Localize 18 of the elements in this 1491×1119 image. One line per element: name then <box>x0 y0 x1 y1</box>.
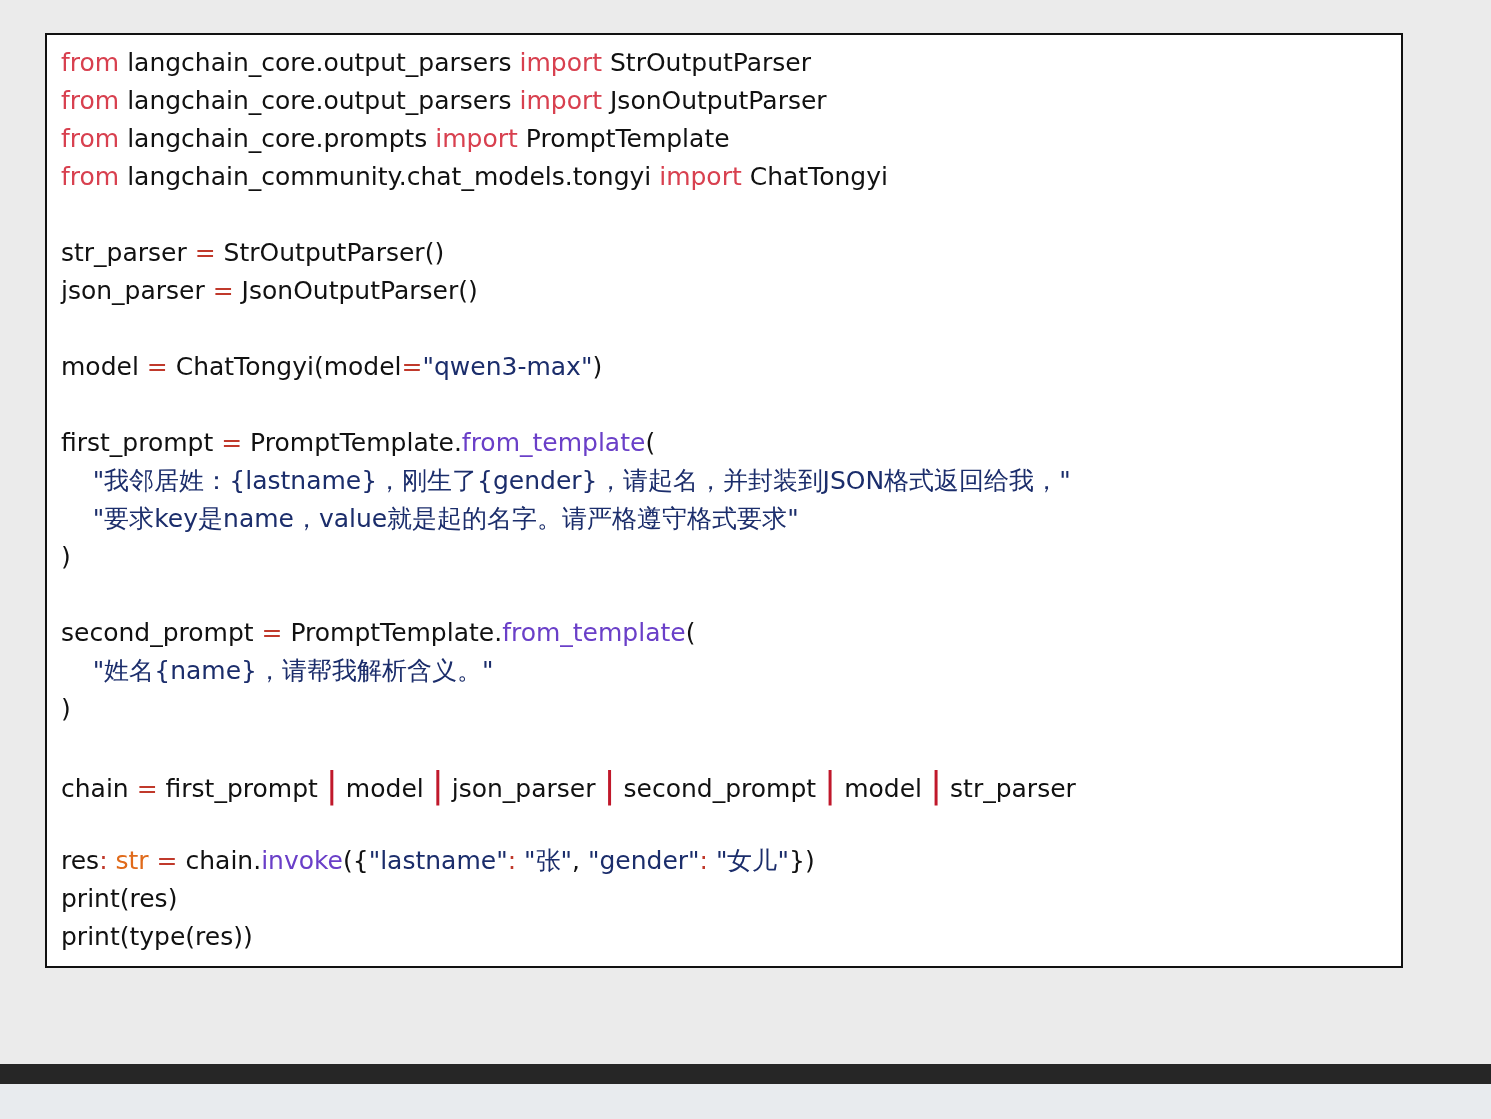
code-line: print(res) <box>61 883 179 915</box>
code-line: from langchain_core.output_parsers import JsonOutputParser <box>61 85 828 117</box>
code-line: "我邻居姓：{lastname}，刚生了{gender}，请起名，并封装到JSON格式返回给我，" <box>91 465 1072 497</box>
code-line: model = ChatTongyi(model="qwen3-max") <box>61 351 604 383</box>
code-line: json_parser = JsonOutputParser() <box>61 275 479 307</box>
code-line: ) <box>61 693 72 725</box>
code-line: from langchain_core.prompts import PromptTemplate <box>61 123 731 155</box>
code-line: first_prompt = PromptTemplate.from_template( <box>61 427 657 459</box>
code-line: "要求key是name，value就是起的名字。请严格遵守格式要求" <box>91 503 800 535</box>
code-line: ) <box>61 541 72 573</box>
code-line: from langchain_community.chat_models.tongyi import ChatTongyi <box>61 161 889 193</box>
code-line: str_parser = StrOutputParser() <box>61 237 446 269</box>
code-line: chain = first_prompt | model | json_parser | second_prompt | model | str_parser <box>61 766 1077 804</box>
code-line: from langchain_core.output_parsers import StrOutputParser <box>61 47 813 79</box>
code-line: second_prompt = PromptTemplate.from_template( <box>61 617 697 649</box>
code-line: "姓名{name}，请帮我解析含义。" <box>91 655 495 687</box>
code-line: res: str = chain.invoke({"lastname": "张", "gender": "女儿"}) <box>61 845 816 877</box>
code-line: print(type(res)) <box>61 921 254 953</box>
